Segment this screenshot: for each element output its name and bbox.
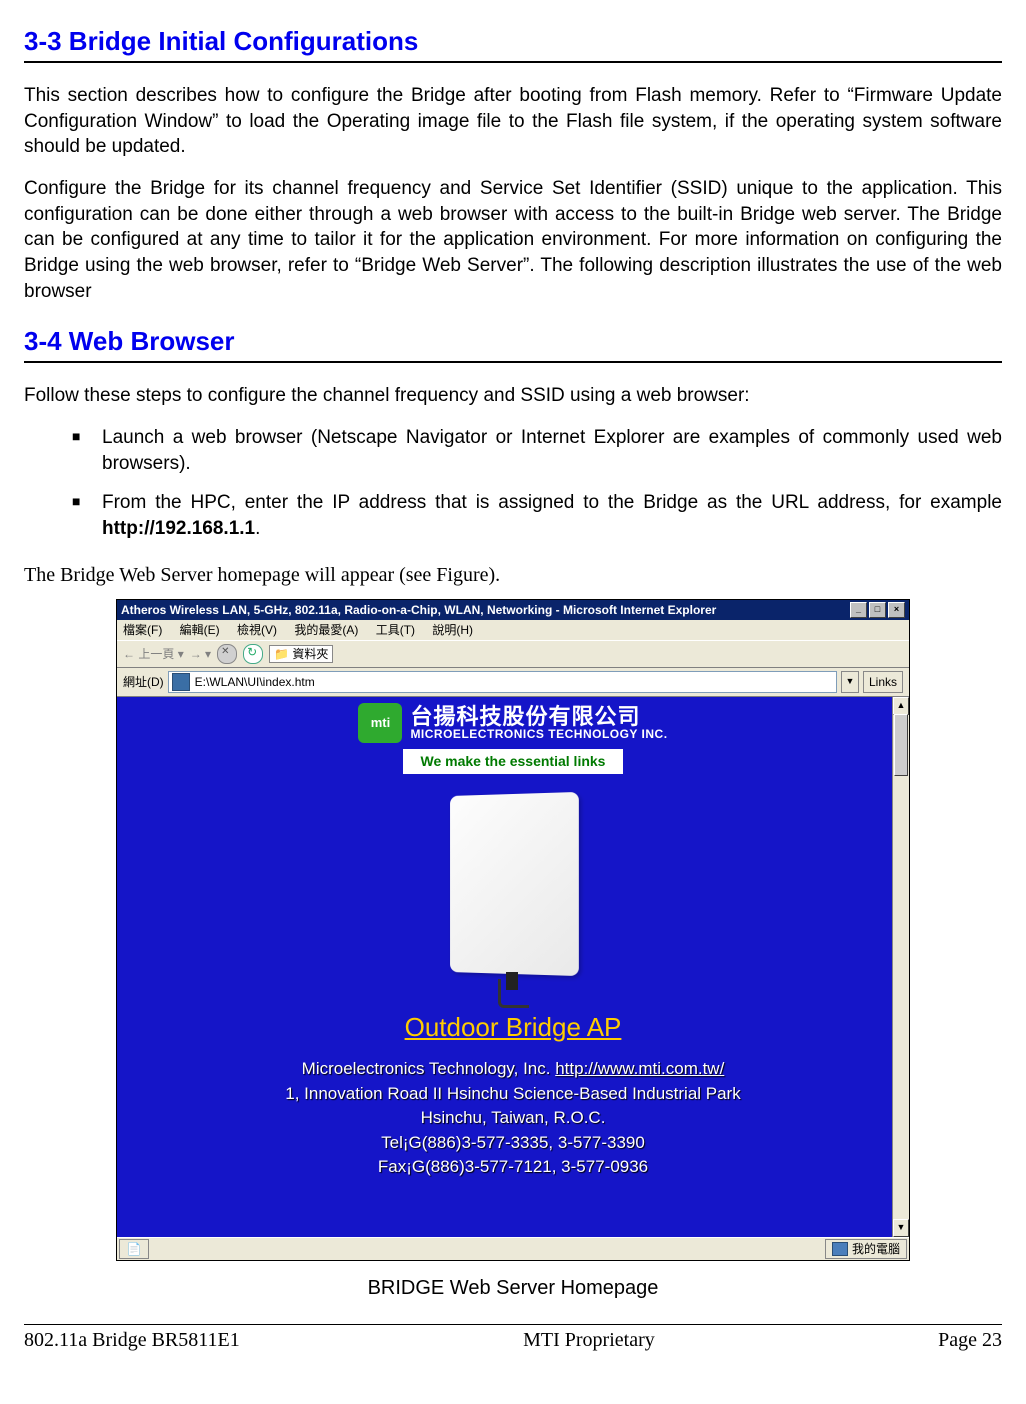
window-title: Atheros Wireless LAN, 5-GHz, 802.11a, Ra…: [121, 602, 716, 618]
page-footer: 802.11a Bridge BR5811E1 MTI Proprietary …: [24, 1325, 1002, 1354]
computer-icon: [832, 1242, 848, 1256]
menu-favorites[interactable]: 我的最愛(A): [294, 623, 358, 637]
address-line-2: Hsinchu, Taiwan, R.O.C.: [117, 1106, 909, 1131]
example-url: http://192.168.1.1: [102, 518, 255, 539]
scroll-down-button[interactable]: ▼: [893, 1219, 909, 1237]
folders-button[interactable]: 📁 資料夾: [269, 645, 333, 663]
folders-label: 資料夾: [292, 647, 328, 661]
intro-paragraph-2: Configure the Bridge for its channel fre…: [24, 176, 1002, 304]
close-button[interactable]: ×: [888, 602, 905, 618]
back-label: 上一頁: [138, 647, 174, 661]
menu-help[interactable]: 說明(H): [432, 623, 473, 637]
mti-logo-icon: mti: [358, 703, 402, 743]
fax-line: Fax¡G(886)3-577-7121, 3-577-0936: [117, 1155, 909, 1180]
contact-block: Microelectronics Technology, Inc. http:/…: [117, 1057, 909, 1180]
security-zone: 我的電腦: [825, 1239, 907, 1259]
toolbar: ← 上一頁 ▾ → ▾ 📁 資料夾: [117, 640, 909, 668]
bullet-text-post: .: [255, 518, 260, 539]
figure-caption: BRIDGE Web Server Homepage: [24, 1275, 1002, 1302]
menu-edit[interactable]: 編輯(E): [180, 623, 220, 637]
browser-window: Atheros Wireless LAN, 5-GHz, 802.11a, Ra…: [116, 599, 910, 1261]
refresh-icon[interactable]: [243, 644, 263, 664]
back-button[interactable]: ← 上一頁 ▾: [123, 646, 184, 662]
steps-intro: Follow these steps to configure the chan…: [24, 383, 1002, 409]
menu-bar: 檔案(F) 編輯(E) 檢視(V) 我的最愛(A) 工具(T) 說明(H): [117, 620, 909, 640]
links-button[interactable]: Links: [863, 671, 903, 693]
footer-right: Page 23: [938, 1327, 1002, 1354]
maximize-button[interactable]: □: [869, 602, 886, 618]
address-bar: 網址(D) ▼ Links: [117, 668, 909, 697]
device-image: [428, 788, 598, 1008]
page-icon: [172, 673, 190, 691]
outdoor-bridge-link[interactable]: Outdoor Bridge AP: [405, 1012, 622, 1042]
scroll-thumb[interactable]: [894, 714, 908, 776]
footer-center: MTI Proprietary: [523, 1327, 655, 1354]
status-page-icon: 📄: [119, 1239, 149, 1259]
menu-tools[interactable]: 工具(T): [376, 623, 415, 637]
forward-button[interactable]: → ▾: [190, 646, 211, 662]
telephone-line: Tel¡G(886)3-577-3335, 3-577-3390: [117, 1131, 909, 1156]
section-heading-3-3: 3-3 Bridge Initial Configurations: [24, 24, 1002, 63]
company-url-link[interactable]: http://www.mti.com.tw/: [555, 1059, 724, 1078]
menu-file[interactable]: 檔案(F): [123, 623, 162, 637]
list-item: Launch a web browser (Netscape Navigator…: [78, 425, 1002, 476]
address-input[interactable]: [193, 673, 836, 691]
address-label: 網址(D): [123, 674, 164, 690]
bullet-text-pre: From the HPC, enter the IP address that …: [102, 492, 1002, 513]
address-dropdown[interactable]: ▼: [841, 671, 859, 693]
scroll-up-button[interactable]: ▲: [893, 697, 909, 715]
stop-icon[interactable]: [217, 644, 237, 664]
company-name-cn: 台揚科技股份有限公司: [410, 706, 667, 728]
steps-list: Launch a web browser (Netscape Navigator…: [24, 425, 1002, 542]
footer-left: 802.11a Bridge BR5811E1: [24, 1327, 240, 1354]
address-line-1: 1, Innovation Road II Hsinchu Science-Ba…: [117, 1082, 909, 1107]
address-field-wrapper: [168, 671, 837, 693]
zone-label: 我的電腦: [852, 1241, 900, 1257]
intro-paragraph-1: This section describes how to configure …: [24, 83, 1002, 160]
menu-view[interactable]: 檢視(V): [237, 623, 277, 637]
company-line: Microelectronics Technology, Inc.: [302, 1059, 556, 1078]
list-item: From the HPC, enter the IP address that …: [78, 490, 1002, 541]
tagline: We make the essential links: [403, 749, 624, 774]
company-name-en: MICROELECTRONICS TECHNOLOGY INC.: [410, 728, 667, 740]
vertical-scrollbar[interactable]: ▲ ▼: [892, 697, 909, 1237]
page-viewport: ▲ ▼ mti 台揚科技股份有限公司 MICROELECTRONICS TECH…: [117, 697, 909, 1237]
section-heading-3-4: 3-4 Web Browser: [24, 324, 1002, 363]
figure-intro: The Bridge Web Server homepage will appe…: [24, 562, 1002, 589]
status-bar: 📄 我的電腦: [117, 1237, 909, 1260]
title-bar: Atheros Wireless LAN, 5-GHz, 802.11a, Ra…: [117, 600, 909, 620]
logo-area: mti 台揚科技股份有限公司 MICROELECTRONICS TECHNOLO…: [117, 697, 909, 774]
minimize-button[interactable]: _: [850, 602, 867, 618]
